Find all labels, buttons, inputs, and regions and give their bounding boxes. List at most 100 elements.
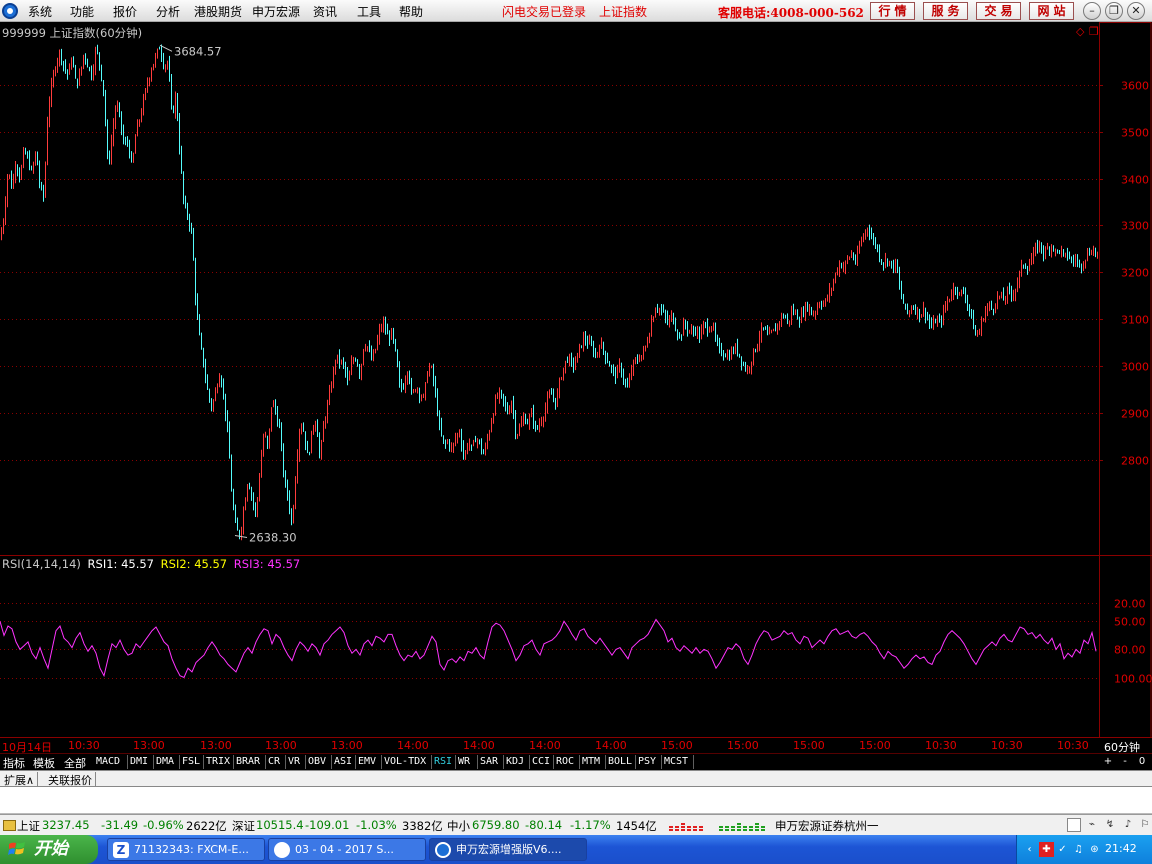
indicator-separator: [203, 755, 204, 769]
task-label: 03 - 04 - 2017 S...: [295, 843, 394, 856]
rsi2-label: RSI2:: [160, 557, 191, 571]
indicator-vr[interactable]: VR: [288, 756, 300, 767]
sz-name[interactable]: 深证: [232, 818, 255, 834]
indicator-mcst[interactable]: MCST: [664, 756, 688, 767]
indicator-separator: [529, 755, 530, 769]
tray-antivirus-icon[interactable]: ✓: [1055, 842, 1070, 857]
fxcm-icon: Z: [113, 842, 129, 858]
website-button[interactable]: 网站: [1029, 2, 1074, 20]
menu-help[interactable]: 帮助: [399, 3, 423, 20]
sh-change: -31.49: [101, 818, 139, 832]
app-logo-icon[interactable]: [2, 3, 18, 19]
rsi-tick-label: 20.00: [1114, 598, 1146, 611]
close-icon[interactable]: ✕: [1127, 2, 1145, 20]
menu-hk-futures[interactable]: 港股期货: [194, 3, 242, 20]
sh-name[interactable]: 上证: [17, 818, 40, 834]
market-icon[interactable]: [3, 820, 16, 831]
remove-pane-button[interactable]: -: [1118, 755, 1132, 769]
quotes-button[interactable]: 行情: [870, 2, 915, 20]
menu-analysis[interactable]: 分析: [156, 3, 180, 20]
indicator-brar[interactable]: BRAR: [236, 756, 260, 767]
menu-function[interactable]: 功能: [70, 3, 94, 20]
window-icon[interactable]: [1067, 818, 1081, 832]
tray-network-icon[interactable]: ✚: [1039, 842, 1054, 857]
task-label: 71132343: FXCM-E...: [134, 843, 249, 856]
indicator-rsi[interactable]: RSI: [434, 756, 452, 767]
taskbar-item-swhy[interactable]: 申万宏源增强版V6....: [429, 838, 587, 861]
x-tick-label: 14:00: [397, 739, 429, 752]
tab-related-quotes[interactable]: 关联报价: [45, 772, 96, 787]
tab-all[interactable]: 全部: [64, 755, 86, 771]
chart-options-icon[interactable]: ◇: [1076, 25, 1084, 38]
menu-system[interactable]: 系统: [28, 3, 52, 20]
indicator-separator: [455, 755, 456, 769]
reset-pane-button[interactable]: 0: [1135, 755, 1149, 769]
signal-icon[interactable]: ⌁: [1085, 818, 1099, 832]
indicator-cr[interactable]: CR: [268, 756, 280, 767]
service-button[interactable]: 服务: [923, 2, 968, 20]
rsi-tick-label: 100.00: [1114, 673, 1152, 686]
task-label: 申万宏源增强版V6....: [456, 843, 562, 856]
indicator-psy[interactable]: PSY: [638, 756, 656, 767]
chart-svg[interactable]: 2800 2900 3000 3100 3200 3300 3400 3500 3600 100.…: [0, 22, 1152, 738]
indicator-bar: 指标 模板 全部 MACD DMI DMA FSL TRIX BRAR CR VR OBV ASI…: [0, 753, 1152, 770]
indicator-mtm[interactable]: MTM: [582, 756, 600, 767]
indicator-boll[interactable]: BOLL: [608, 756, 632, 767]
indicator-trix[interactable]: TRIX: [206, 756, 230, 767]
indicator-macd[interactable]: MACD: [96, 756, 120, 767]
zx-name[interactable]: 中小: [447, 818, 470, 834]
x-tick-label: 10:30: [68, 739, 100, 752]
x-tick-label: 10:30: [991, 739, 1023, 752]
indicator-separator: [355, 755, 356, 769]
tab-indicator[interactable]: 指标: [3, 755, 25, 771]
high-label: 3684.57: [174, 44, 222, 58]
x-tick-label: 10:30: [925, 739, 957, 752]
tab-extend[interactable]: 扩展∧: [1, 772, 39, 787]
broker-name: 申万宏源证券杭州一: [775, 819, 879, 833]
windows-logo-icon: [8, 842, 25, 855]
menu-quote[interactable]: 报价: [113, 3, 137, 20]
minimize-icon[interactable]: –: [1083, 2, 1101, 20]
indicator-roc[interactable]: ROC: [556, 756, 574, 767]
indicator-vol-tdx[interactable]: VOL-TDX: [384, 756, 426, 767]
indicator-dma[interactable]: DMA: [156, 756, 174, 767]
tray-volume-icon[interactable]: ♫: [1071, 842, 1086, 857]
tab-template[interactable]: 模板: [33, 755, 55, 771]
y-tick-label: 2900: [1121, 408, 1149, 421]
indicator-separator: [265, 755, 266, 769]
indicator-dmi[interactable]: DMI: [130, 756, 148, 767]
menu-news[interactable]: 资讯: [313, 3, 337, 20]
indicator-separator: [127, 755, 128, 769]
x-tick-label: 15:00: [793, 739, 825, 752]
taskbar-item-browser[interactable]: 03 - 04 - 2017 S...: [268, 838, 426, 861]
indicator-fsl[interactable]: FSL: [182, 756, 200, 767]
bell-icon[interactable]: ⚐: [1138, 818, 1152, 832]
tray-arrow-icon[interactable]: ‹: [1022, 842, 1037, 857]
indicator-sar[interactable]: SAR: [480, 756, 498, 767]
menu-swhy[interactable]: 申万宏源: [252, 3, 300, 20]
indicator-wr[interactable]: WR: [458, 756, 470, 767]
status-bar: 上证 3237.45 -31.49 -0.96% 2622亿 深证 10515.…: [0, 814, 1152, 835]
x-tick-label: 15:00: [727, 739, 759, 752]
sz-volume: 3382亿: [402, 819, 443, 833]
chart-area[interactable]: 2800 2900 3000 3100 3200 3300 3400 3500 3600 100.…: [0, 22, 1152, 738]
indicator-asi[interactable]: ASI: [334, 756, 352, 767]
indicator-separator: [331, 755, 332, 769]
restore-icon[interactable]: ❐: [1105, 2, 1123, 20]
menu-tools[interactable]: 工具: [357, 3, 381, 20]
sound-icon[interactable]: ♪: [1121, 818, 1135, 832]
trade-button[interactable]: 交易: [976, 2, 1021, 20]
indicator-kdj[interactable]: KDJ: [506, 756, 524, 767]
start-button[interactable]: 开始: [0, 835, 98, 864]
y-tick-label: 3100: [1121, 314, 1149, 327]
taskbar-item-fxcm[interactable]: Z 71132343: FXCM-E...: [107, 838, 265, 861]
add-pane-button[interactable]: +: [1101, 755, 1115, 769]
connection-icon[interactable]: ↯: [1103, 818, 1117, 832]
indicator-obv[interactable]: OBV: [308, 756, 326, 767]
x-tick-label: 13:00: [265, 739, 297, 752]
indicator-emv[interactable]: EMV: [358, 756, 376, 767]
indicator-cci[interactable]: CCI: [532, 756, 550, 767]
chart-maximize-icon[interactable]: ❐: [1089, 25, 1099, 38]
indicator-separator: [553, 755, 554, 769]
tray-security-icon[interactable]: ⊛: [1087, 842, 1102, 857]
